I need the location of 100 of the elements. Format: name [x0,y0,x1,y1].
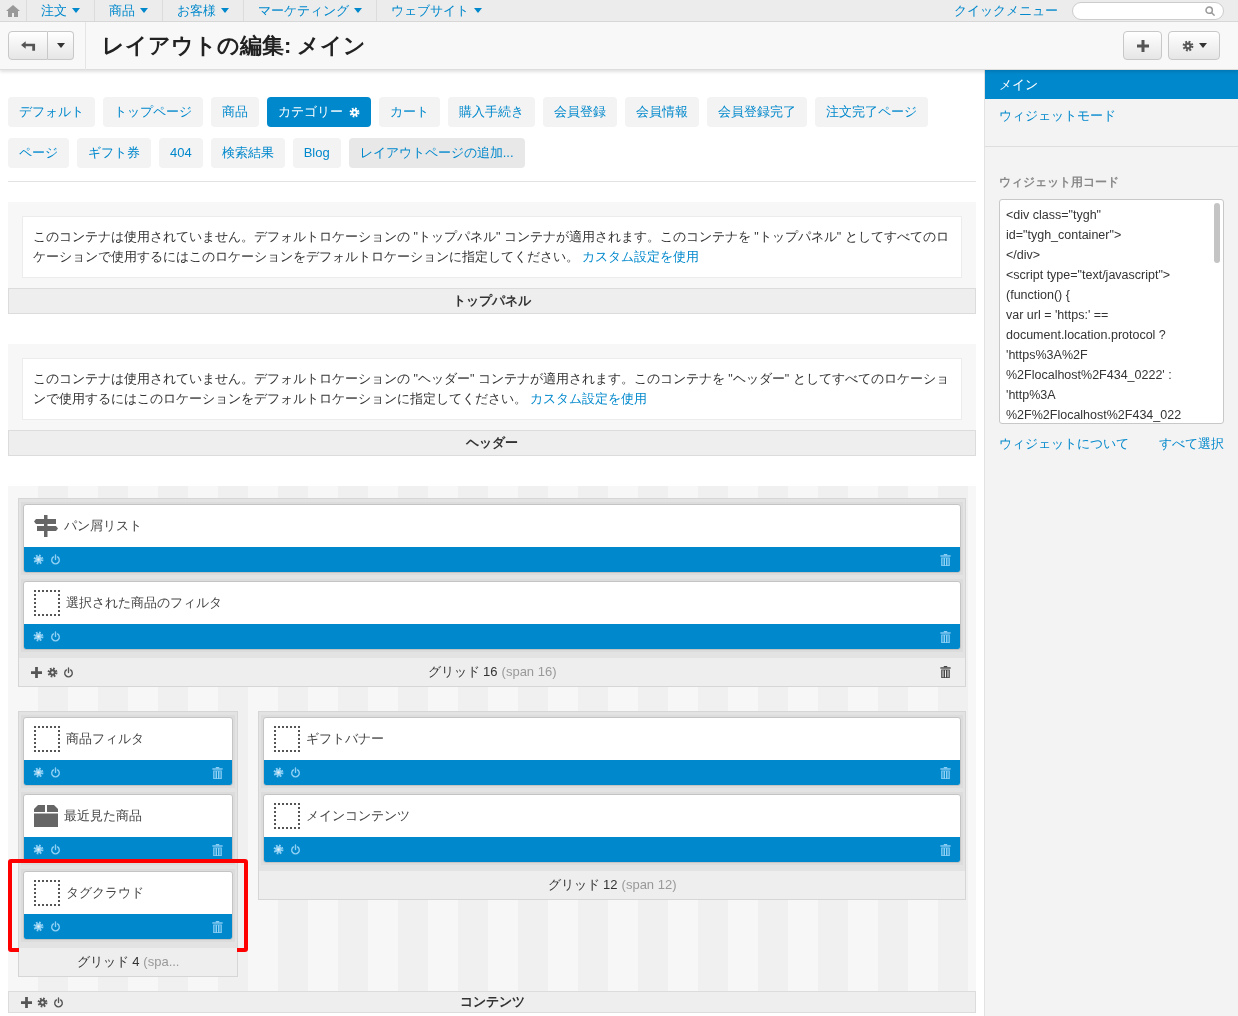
back-button[interactable] [8,31,48,60]
widget-name: メインコンテンツ [306,807,410,826]
container-title: トップパネル [453,292,531,311]
power-icon [50,767,61,778]
container-notice: このコンテナは使用されていません。デフォルトロケーションの "トップパネル" コンテナが適用されます。このコンテナを "トップパネル" としてすべてのロケーションで使用するにはこのロケーションをデフォルトロケーションに指定してください。 カスタム設定を使用 [22,216,962,278]
power-icon [50,921,61,932]
widget-card[interactable]: パン屑リスト [23,504,961,573]
code-line: %2Flocalhost%2F434_0222' : [1006,367,1173,384]
layout-tab[interactable]: 商品 [211,97,259,127]
gear-icon [33,554,44,565]
widget-card[interactable]: 商品フィルタ [23,717,233,786]
widget-code-field[interactable] [999,199,1224,424]
plus-icon [21,996,32,1008]
code-line: </div> [1006,247,1042,264]
power-icon [50,554,61,565]
trash-icon [940,843,951,856]
layout-tab[interactable]: トップページ [103,97,203,127]
code-line: id="tygh_container"> [1006,227,1123,244]
nav-menu[interactable]: マーケティング [243,0,376,21]
widget-card[interactable]: 選択された商品のフィルタ [23,581,961,650]
layout-tab[interactable]: カテゴリー [267,97,371,127]
layout-tab[interactable]: 会員登録 [543,97,617,127]
nav-menu[interactable]: ウェブサイト [376,0,496,21]
layout-tab[interactable]: 会員情報 [625,97,699,127]
nav-menu[interactable]: お客様 [162,0,243,21]
container-title: コンテンツ [459,993,525,1012]
page-title: レイアウトの編集: メイン [102,32,367,60]
trash-icon [212,843,223,856]
layout-tab[interactable]: デフォルト [8,97,95,127]
widget-name: 商品フィルタ [66,730,144,749]
custom-settings-link[interactable]: カスタム設定を使用 [582,250,700,264]
add-button[interactable] [1123,31,1162,60]
trash-icon [940,666,951,678]
code-line: <div class="tygh" [1006,207,1103,224]
add-layout-page-button[interactable]: レイアウトページの追加... [348,138,525,168]
widget-name: ギフトバナー [306,730,384,749]
nav-menu[interactable]: 注文 [26,0,94,21]
gear-icon [33,921,44,932]
container-notice: このコンテナは使用されていません。デフォルトロケーションの "ヘッダー" コンテナが適用されます。このコンテナを "ヘッダー" としてすべてのロケーションで使用するにはこのロケーションをデフォルトロケーションに指定してください。 カスタム設定を使用 [22,358,962,420]
layout-tab[interactable]: 404 [159,138,203,168]
container-title: ヘッダー [466,434,518,453]
grid-label: グリッド 12 [547,876,618,895]
layout-tab[interactable]: 購入手続き [448,97,535,127]
scrollbar-thumb [1214,203,1220,263]
widget-name: 選択された商品のフィルタ [66,594,222,613]
code-line: 'https%3A%2F [1006,347,1089,364]
trash-icon [212,920,223,933]
code-line: 'http%3A [1006,387,1057,404]
caret-icon [354,8,362,13]
layout-tab[interactable]: ページ [8,138,69,168]
caret-icon [140,8,148,13]
widget-card[interactable]: ギフトバナー [263,717,961,786]
grid-span-label: (span 16) [501,663,557,682]
gear-icon [273,767,284,778]
dropdown-button[interactable] [48,31,74,60]
grid-label: グリッド 4 [76,953,140,972]
power-icon [50,844,61,855]
settings-button[interactable] [1168,31,1220,60]
layout-tab[interactable]: 検索結果 [210,138,285,168]
sidebar-item[interactable]: メイン [985,70,1238,99]
nav-menu[interactable]: 商品 [94,0,162,21]
power-icon [290,844,301,855]
code-line: %2F%2Flocalhost%2F434_022 [1006,407,1183,423]
trash-icon [940,766,951,779]
search-field[interactable] [1072,1,1224,20]
gear-icon [1181,39,1194,52]
layout-tab[interactable]: ギフト券 [77,138,151,168]
sidebar-link[interactable]: ウィジェットについて [999,434,1129,454]
layout-tab[interactable]: カート [379,97,440,127]
widget-card[interactable]: タグクラウド [23,871,233,940]
trash-icon [940,553,951,566]
caret-icon [1198,43,1207,48]
sidebar-link[interactable]: すべて選択 [1159,434,1224,454]
caret-icon [72,8,80,13]
widget-card[interactable]: メインコンテンツ [263,794,961,863]
placeholder-icon [34,590,60,616]
code-line: (function() { [1006,287,1071,304]
placeholder-icon [274,803,300,829]
trash-icon [940,630,951,643]
search-icon [1205,5,1215,16]
quick-menu-link[interactable]: クイックメニュー [954,0,1058,21]
gear-icon [33,767,44,778]
back-arrow-icon [20,40,36,51]
power-icon [290,767,301,778]
plus-icon [1136,39,1149,52]
grid-label: グリッド 16 [427,663,498,682]
layout-tab[interactable]: 注文完了ページ [815,97,928,127]
layout-tab[interactable]: Blog [292,138,341,168]
layout-tab[interactable]: 会員登録完了 [707,97,807,127]
power-icon [50,631,61,642]
sidebar-item[interactable]: ウィジェットモード [985,101,1238,130]
grid-span-label: (spa... [143,953,180,972]
box-icon [34,805,58,827]
custom-settings-link[interactable]: カスタム設定を使用 [530,392,648,406]
gear-icon [33,844,44,855]
placeholder-icon [274,726,300,752]
code-line: document.location.protocol ? [1006,327,1167,344]
home-icon [6,4,20,17]
placeholder-icon [34,880,60,906]
code-label: ウィジェット用コード [998,174,1120,191]
